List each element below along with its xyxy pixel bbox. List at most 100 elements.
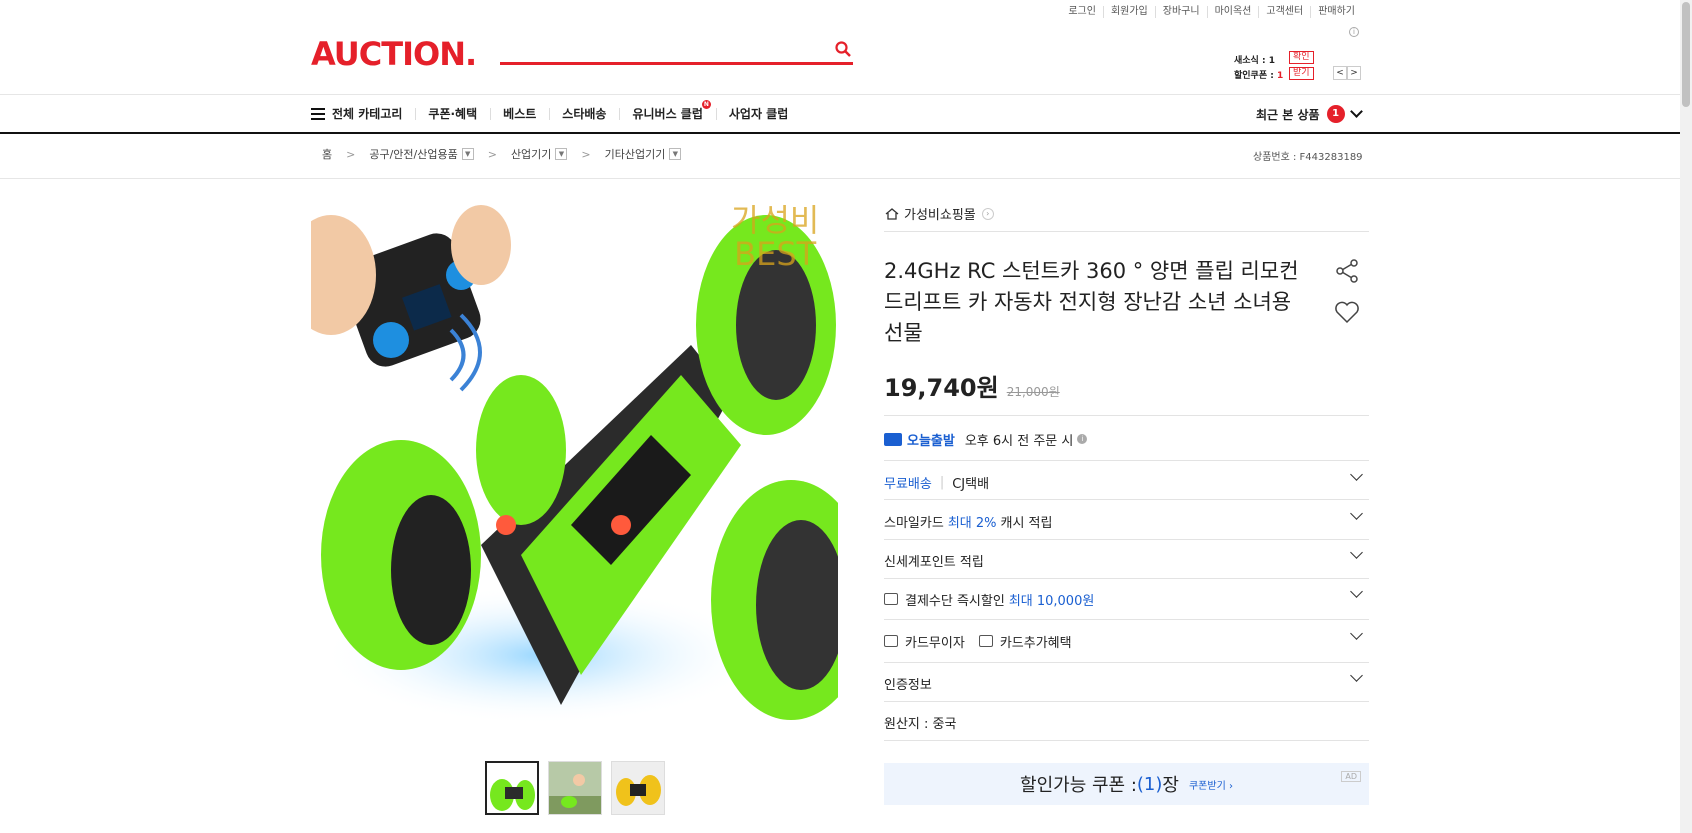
chevron-down-icon (1350, 546, 1363, 559)
news-label: 새소식 : 1 (1234, 56, 1275, 66)
shinsegae-row[interactable]: 신세계포인트 적립 (884, 546, 1369, 570)
chevron-down-icon (1350, 468, 1363, 481)
next-arrow-icon[interactable]: > (1347, 66, 1361, 80)
shinsegae-label: 신세계포인트 적립 (884, 554, 984, 570)
breadcrumb-cat2[interactable]: 산업기기 (511, 146, 551, 162)
coupon-get-link[interactable]: 쿠폰받기 › (1189, 777, 1233, 792)
smile-card-suffix: 캐시 적립 (1000, 515, 1053, 531)
coupon-banner[interactable]: 할인가능 쿠폰 : (1) 장 쿠폰받기 › AD (884, 763, 1369, 805)
recent-viewed-label: 최근 본 상품 (1256, 107, 1320, 122)
today-delivery-row: 오늘출발 오후 6시 전 주문 시 i (884, 430, 1369, 449)
new-badge: N (701, 100, 711, 109)
payment-icon (884, 593, 898, 605)
nav-separator (549, 108, 551, 120)
breadcrumb-cat1[interactable]: 공구/안전/산업용품 (369, 146, 457, 162)
chevron-down-icon (1349, 105, 1363, 118)
coupon-mini-label: 할인쿠폰 : (1234, 71, 1277, 81)
scrollbar-thumb[interactable] (1682, 2, 1690, 107)
breadcrumb-cat3[interactable]: 기타산업기기 (605, 146, 666, 162)
nav-separator (715, 108, 717, 120)
prev-arrow-icon[interactable]: < (1333, 66, 1347, 80)
dropdown-icon[interactable]: ▼ (461, 148, 474, 160)
card-benefit-row[interactable]: 카드무이자 카드추가혜택 (884, 627, 1369, 651)
recent-viewed[interactable]: 최근 본 상품 1 (1256, 105, 1363, 123)
coupon-get-mini-button[interactable]: 받기 (1289, 67, 1314, 80)
thumbnail-3[interactable] (611, 761, 665, 815)
coupon-prefix: 할인가능 쿠폰 : (1020, 775, 1137, 796)
thumbnail-2[interactable] (548, 761, 602, 815)
scrollbar[interactable] (1680, 0, 1692, 833)
chevron-down-icon (1350, 669, 1363, 682)
card-nointerest-label: 카드무이자 (905, 635, 965, 651)
coupon-count: (1) (1136, 773, 1163, 795)
shop-link[interactable]: 가성비쇼핑몰 › (884, 204, 1369, 223)
ad-badge: AD (1341, 771, 1361, 782)
breadcrumb-home[interactable]: 홈 (322, 146, 332, 162)
today-delivery-desc: 오후 6시 전 주문 시 (964, 433, 1074, 449)
chevron-down-icon (1350, 585, 1363, 598)
chevron-down-icon (1350, 507, 1363, 520)
login-link[interactable]: 로그인 (1061, 6, 1103, 18)
myauction-link[interactable]: 마이옥션 (1206, 6, 1259, 18)
product-main-image[interactable]: 가성비 BEST (311, 205, 838, 732)
nav-separator (415, 108, 417, 120)
home-icon (885, 207, 899, 220)
divider (884, 499, 1369, 500)
nav-best[interactable]: 베스트 (490, 105, 536, 122)
divider (884, 415, 1369, 416)
cart-link[interactable]: 장바구니 (1154, 6, 1207, 18)
chevron-right-icon: › (981, 207, 994, 220)
nav-coupon[interactable]: 쿠폰·혜택 (415, 105, 477, 122)
origin-label: 원산지 : 중국 (884, 716, 957, 732)
search-icon[interactable] (834, 40, 852, 58)
thumbnail-1[interactable] (485, 761, 539, 815)
dropdown-icon[interactable]: ▼ (555, 148, 568, 160)
shipping-row[interactable]: 무료배송 | CJ택배 (884, 468, 1369, 492)
news-check-button[interactable]: 확인 (1289, 51, 1314, 64)
breadcrumb: 홈 > 공구/안전/산업용품 ▼ > 산업기기 ▼ > 기타산업기기 ▼ (322, 146, 682, 162)
all-category-menu[interactable]: 전체 카테고리 (311, 105, 402, 122)
info-icon[interactable]: i (1349, 27, 1359, 37)
mini-pager: < > (1333, 66, 1361, 80)
dropdown-icon[interactable]: ▼ (669, 148, 682, 160)
breadcrumb-separator-icon: > (487, 147, 497, 161)
auction-logo[interactable]: AUCTION. (311, 35, 477, 73)
divider (884, 701, 1369, 702)
breadcrumb-separator-icon: > (581, 147, 591, 161)
payment-discount-row[interactable]: 결제수단 즉시할인 최대 10,000원 (884, 585, 1369, 609)
util-links: 로그인 회원가입 장바구니 마이옥션 고객센터 판매하기 (1061, 6, 1362, 18)
nav-star-delivery[interactable]: 스타배송 (549, 105, 606, 122)
price-block: 19,740원 21,000원 (884, 368, 1369, 403)
divider (884, 740, 1369, 741)
free-shipping-label: 무료배송 (884, 476, 932, 492)
heart-icon[interactable] (1334, 300, 1360, 326)
separator: | (939, 474, 945, 490)
global-nav: 전체 카테고리 쿠폰·혜택 베스트 스타배송 유니버스 클럽 N 사업자 클럽 최… (0, 94, 1692, 134)
info-icon[interactable]: i (1077, 434, 1088, 444)
customer-center-link[interactable]: 고객센터 (1258, 6, 1310, 18)
search-input[interactable] (500, 62, 853, 65)
product-title: 2.4GHz RC 스턴트카 360 ° 양면 플립 리모컨 드리프트 카 자동… (884, 259, 1299, 345)
share-icon[interactable] (1334, 258, 1360, 284)
cert-label: 인증정보 (884, 677, 932, 693)
coupon-mini: 할인쿠폰 : 1 (1234, 68, 1283, 81)
nav-business-club[interactable]: 사업자 클럽 (715, 105, 788, 122)
nav-universe-club[interactable]: 유니버스 클럽 N (619, 100, 711, 122)
cert-row[interactable]: 인증정보 (884, 669, 1369, 693)
smile-card-prefix: 스마일카드 (884, 515, 944, 531)
payment-highlight: 최대 10,000원 (1008, 593, 1095, 609)
coupon-mini-count: 1 (1277, 71, 1284, 81)
carrier-label: CJ택배 (952, 476, 990, 492)
rc-car-illustration (311, 205, 838, 725)
image-overlay-text: 가성비 BEST (731, 205, 819, 271)
sell-link[interactable]: 판매하기 (1310, 6, 1362, 18)
hamburger-icon (311, 107, 325, 120)
smile-card-row[interactable]: 스마일카드 최대 2% 캐시 적립 (884, 507, 1369, 531)
divider (884, 578, 1369, 579)
payment-prefix: 결제수단 즉시할인 (905, 593, 1005, 609)
nav-universe-club-label: 유니버스 클럽 (632, 107, 703, 121)
signup-link[interactable]: 회원가입 (1102, 6, 1155, 18)
origin-row: 원산지 : 중국 (884, 713, 1369, 732)
coupon-suffix: 장 (1162, 775, 1179, 796)
divider (0, 178, 1692, 179)
